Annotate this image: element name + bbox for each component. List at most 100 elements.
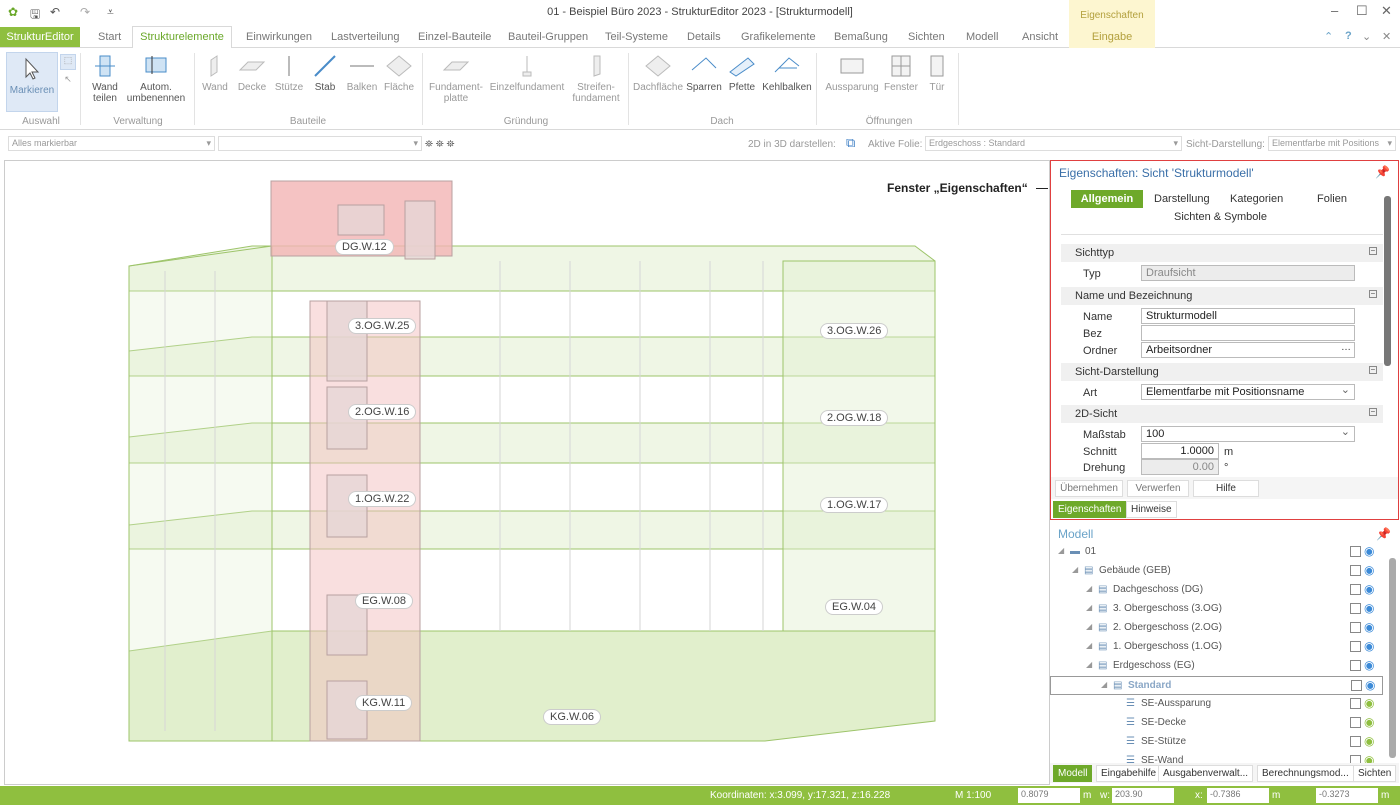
tab-details[interactable]: Details: [687, 31, 721, 43]
collapse-icon[interactable]: –: [1369, 366, 1377, 374]
tab-folien[interactable]: Folien: [1317, 193, 1347, 205]
element-label[interactable]: EG.W.04: [825, 599, 884, 615]
wand-button[interactable]: Wand: [198, 54, 232, 93]
close-icon[interactable]: ✕: [1381, 3, 1392, 19]
element-label[interactable]: 1.OG.W.17: [820, 497, 889, 513]
tab-sichten-symbole[interactable]: Sichten & Symbole: [1174, 211, 1267, 223]
tree-item[interactable]: ◢ ▤ 1. Obergeschoss (1.OG) ◉: [1050, 638, 1383, 657]
fenster-button[interactable]: Fenster: [884, 54, 918, 93]
autom-umbenennen-button[interactable]: Autom. umbenennen: [126, 54, 186, 104]
element-label[interactable]: EG.W.08: [355, 593, 414, 609]
tab-bauteil-gruppen[interactable]: Bauteil-Gruppen: [508, 31, 588, 43]
tree-item[interactable]: ◢ ▬ 01 ◉: [1050, 543, 1383, 562]
properties-scrollbar[interactable]: [1384, 196, 1391, 366]
uebernehmen-button[interactable]: Übernehmen: [1055, 480, 1123, 497]
element-label[interactable]: 1.OG.W.22: [348, 491, 417, 507]
massstab-select[interactable]: 100: [1141, 426, 1355, 442]
visibility-checkbox[interactable]: [1351, 680, 1362, 691]
flaeche-button[interactable]: Fläche: [382, 54, 416, 93]
tab-eigenschaften[interactable]: Eigenschaften: [1053, 501, 1127, 518]
tab-eingabehilfe[interactable]: Eingabehilfe: [1096, 765, 1162, 782]
element-label[interactable]: KG.W.11: [355, 695, 413, 711]
visibility-checkbox[interactable]: [1350, 660, 1361, 671]
visibility-checkbox[interactable]: [1350, 736, 1361, 747]
tab-sichten[interactable]: Sichten: [908, 31, 945, 43]
tree-item[interactable]: ☰ SE-Aussparung ◉: [1050, 695, 1383, 714]
visibility-checkbox[interactable]: [1350, 698, 1361, 709]
tree-item[interactable]: ◢ ▤ 2. Obergeschoss (2.OG) ◉: [1050, 619, 1383, 638]
tree-item[interactable]: ◢ ▤ Gebäude (GEB) ◉: [1050, 562, 1383, 581]
element-label[interactable]: 3.OG.W.25: [348, 318, 417, 334]
tab-start[interactable]: Start: [98, 31, 121, 43]
hilfe-button[interactable]: Hilfe: [1193, 480, 1259, 497]
expand-icon[interactable]: ◢: [1086, 660, 1092, 669]
tab-ausgabenverwaltung[interactable]: Ausgabenverwalt...: [1158, 765, 1254, 782]
element-label[interactable]: 2.OG.W.16: [348, 404, 417, 420]
aussparung-button[interactable]: Aussparung: [822, 54, 882, 93]
eye-icon[interactable]: ◉: [1364, 544, 1374, 558]
select-mode-button[interactable]: ↖: [60, 74, 76, 90]
filter-combo[interactable]: Alles markierbar: [8, 136, 215, 151]
decke-button[interactable]: Decke: [234, 54, 270, 93]
expand-icon[interactable]: ◢: [1086, 603, 1092, 612]
eye-icon[interactable]: ◉: [1364, 639, 1374, 653]
section-name-bezeichnung[interactable]: Name und Bezeichnung –: [1061, 287, 1383, 305]
search-combo[interactable]: [218, 136, 422, 151]
tree-item[interactable]: ◢ ▤ Dachgeschoss (DG) ◉: [1050, 581, 1383, 600]
sparren-button[interactable]: Sparren: [686, 54, 722, 93]
art-select[interactable]: Elementfarbe mit Positionsname: [1141, 384, 1355, 400]
h-field[interactable]: 0.8079: [1018, 788, 1080, 803]
tab-hinweise[interactable]: Hinweise: [1126, 501, 1177, 518]
y-field[interactable]: -0.3273: [1316, 788, 1378, 803]
2d-in-3d-toggle-icon[interactable]: ⧉: [846, 135, 855, 151]
tab-ansicht[interactable]: Ansicht: [1022, 31, 1058, 43]
visibility-checkbox[interactable]: [1350, 546, 1361, 557]
visibility-checkbox[interactable]: [1350, 622, 1361, 633]
browse-folder-icon[interactable]: …: [1341, 342, 1351, 353]
tab-bemassung[interactable]: Bemaßung: [834, 31, 888, 43]
visibility-checkbox[interactable]: [1350, 717, 1361, 728]
sicht-darstellung-combo[interactable]: Elementfarbe mit Positions: [1268, 136, 1396, 151]
visibility-checkbox[interactable]: [1350, 603, 1361, 614]
element-label[interactable]: KG.W.06: [543, 709, 602, 725]
tab-strukturelemente[interactable]: Strukturelemente: [132, 26, 232, 49]
tab-file[interactable]: StrukturEditor: [0, 27, 80, 47]
eye-icon[interactable]: ◉: [1364, 696, 1374, 710]
model-scrollbar[interactable]: [1389, 558, 1396, 758]
expand-icon[interactable]: ◢: [1072, 565, 1078, 574]
kehlbalken-button[interactable]: Kehlbalken: [762, 54, 812, 93]
eye-icon[interactable]: ◉: [1364, 620, 1374, 634]
stab-button[interactable]: Stab: [308, 54, 342, 93]
select-window-button[interactable]: ⬚: [60, 54, 76, 70]
stuetze-button[interactable]: Stütze: [272, 54, 306, 93]
tab-sichten-panel[interactable]: Sichten: [1353, 765, 1397, 782]
fundamentplatte-button[interactable]: Fundament-platte: [426, 54, 486, 104]
name-field[interactable]: Strukturmodell: [1141, 308, 1355, 324]
collapse-icon[interactable]: –: [1369, 247, 1377, 255]
tab-darstellung[interactable]: Darstellung: [1154, 193, 1210, 205]
tab-einwirkungen[interactable]: Einwirkungen: [246, 31, 312, 43]
dachflaeche-button[interactable]: Dachfläche: [632, 54, 684, 93]
eye-icon[interactable]: ◉: [1364, 715, 1374, 729]
pin-icon[interactable]: 📌: [1375, 165, 1390, 179]
tab-grafikelemente[interactable]: Grafikelemente: [741, 31, 816, 43]
x-field[interactable]: -0.7386: [1207, 788, 1269, 803]
einzelfundament-button[interactable]: Einzelfundament: [488, 54, 566, 93]
ribbon-close-icon[interactable]: ✕: [1382, 30, 1391, 43]
eye-icon[interactable]: ◉: [1365, 678, 1375, 692]
expand-icon[interactable]: ◢: [1101, 680, 1107, 689]
tab-allgemein[interactable]: Allgemein: [1071, 190, 1143, 208]
maximize-icon[interactable]: ☐: [1356, 3, 1368, 19]
tab-modell[interactable]: Modell: [1053, 765, 1093, 782]
expand-icon[interactable]: ◢: [1086, 622, 1092, 631]
element-label[interactable]: DG.W.12: [335, 239, 394, 255]
expand-icon[interactable]: ◢: [1086, 641, 1092, 650]
eye-icon[interactable]: ◉: [1364, 734, 1374, 748]
w-field[interactable]: 203.90: [1112, 788, 1174, 803]
tab-modell[interactable]: Modell: [966, 31, 998, 43]
element-label[interactable]: 2.OG.W.18: [820, 410, 889, 426]
help-dropdown-icon[interactable]: ⌄: [1362, 30, 1371, 43]
tab-kategorien[interactable]: Kategorien: [1230, 193, 1283, 205]
eye-icon[interactable]: ◉: [1364, 582, 1374, 596]
minimize-icon[interactable]: –: [1331, 3, 1338, 18]
